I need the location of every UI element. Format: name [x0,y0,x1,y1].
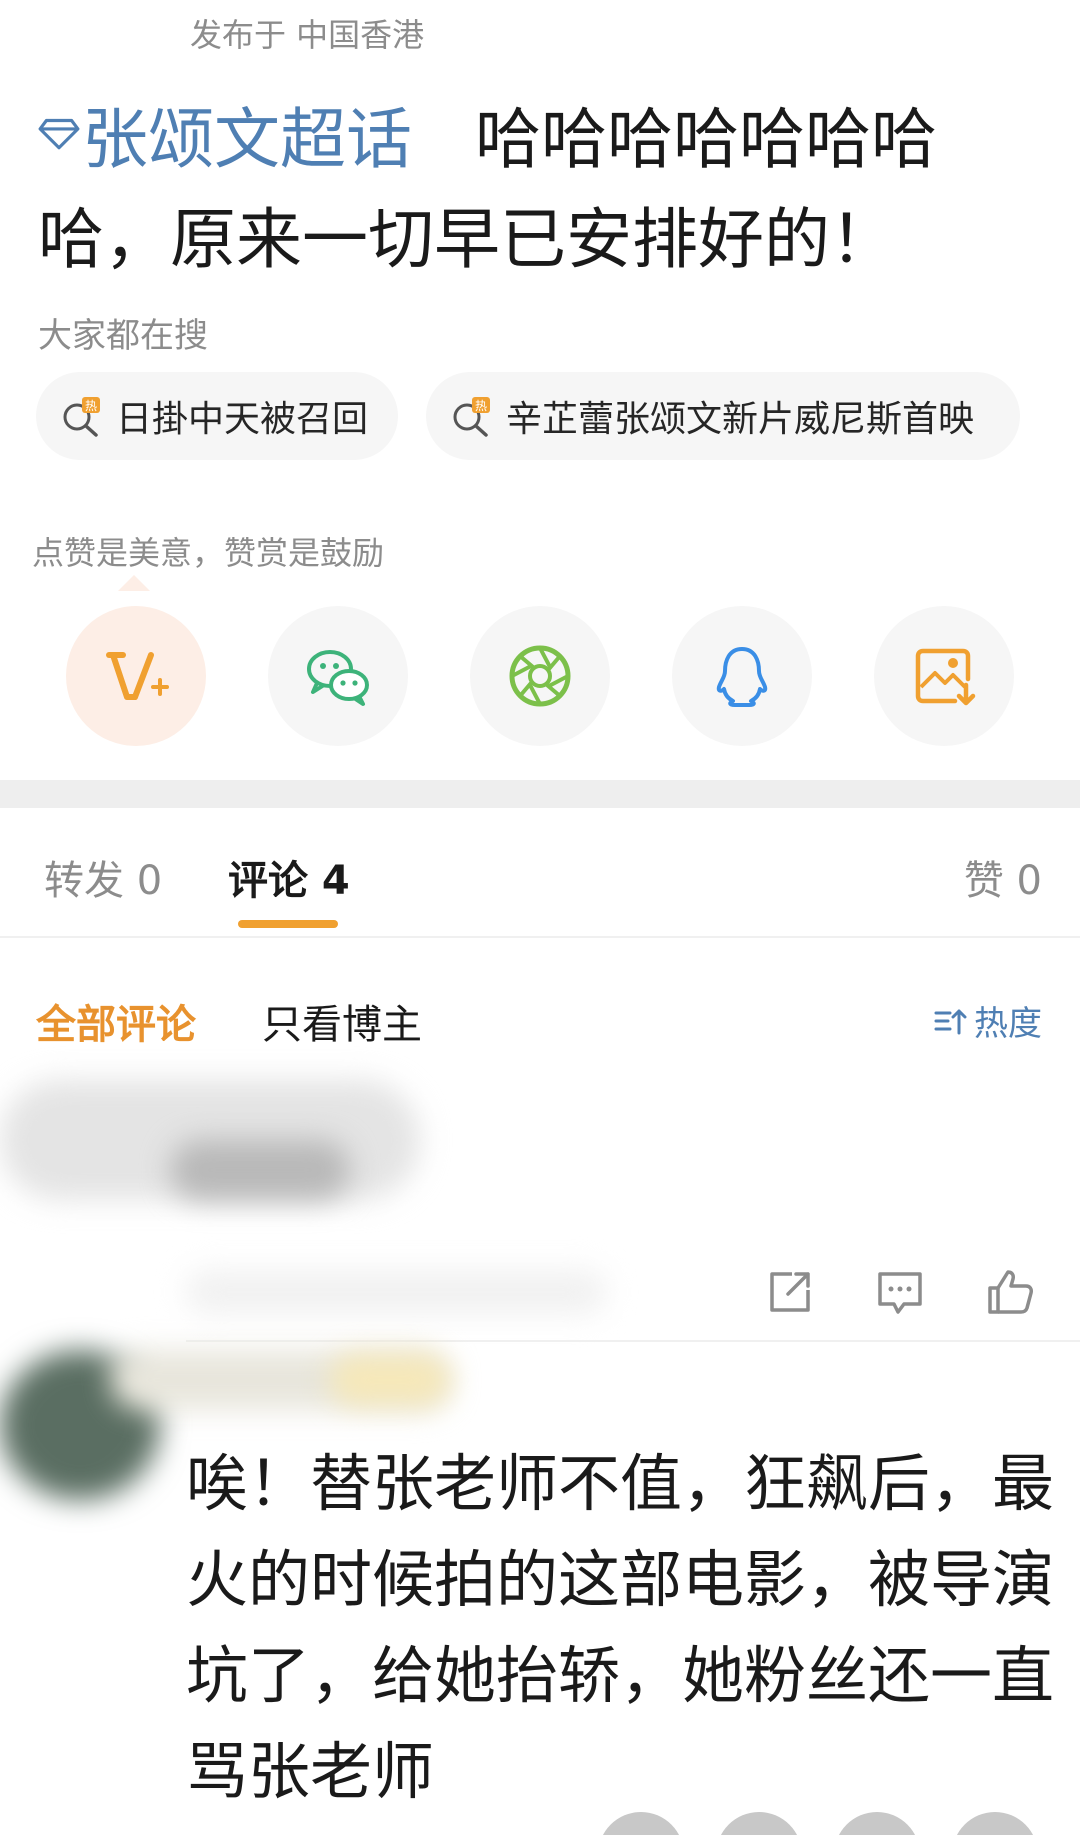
trending-chip[interactable]: 热 日掛中天被召回 [36,372,398,460]
moments-icon [509,645,571,707]
svg-text:热: 热 [475,399,487,413]
filter-author-only[interactable]: 只看博主 [262,992,422,1050]
tab-repost[interactable]: 转发 0 [44,848,162,906]
trending-chip-label: 辛芷蕾张颂文新片威尼斯首映 [506,399,975,440]
sort-button[interactable]: 热度 [932,996,1042,1045]
section-divider [0,780,1080,808]
hot-search-icon: 热 [453,397,490,437]
wechat-icon [307,650,369,706]
hot-search-icon: 热 [63,397,100,437]
share-wechat-button[interactable] [268,606,408,746]
topic-link[interactable]: 张颂文超话 [38,101,412,178]
tab-likes[interactable]: 赞 0 [964,848,1042,906]
share-qq-button[interactable] [672,606,812,746]
publish-location: 发布于 中国香港 [190,16,425,54]
tab-divider [0,936,1080,938]
sort-icon [934,1009,967,1034]
comment-icon[interactable] [874,1266,926,1318]
blurred-badge [330,1355,450,1405]
reward-tip: 点赞是美意，赞赏是鼓励 [32,534,385,572]
trending-chip[interactable]: 热 辛芷蕾张颂文新片威尼斯首映 [426,372,1020,460]
reward-button[interactable] [66,606,206,746]
trending-chip-label: 日掛中天被召回 [116,399,369,440]
blurred-username [170,1140,350,1200]
repost-icon[interactable] [764,1266,816,1318]
qq-icon [716,647,768,707]
svg-text:热: 热 [85,399,97,413]
diamond-icon [38,118,80,150]
sort-label: 热度 [974,1004,1042,1044]
blurred-comment-text [186,1270,606,1314]
comment-text: 唉！替张老师不值，狂飙后，最火的时候拍的这部电影，被导演坑了，给她抬轿，她粉丝还… [186,1447,1055,1808]
vip-reward-icon [106,652,169,700]
topic-label: 张颂文超话 [82,101,412,178]
post-body: 张颂文超话 哈哈哈哈哈哈哈哈，原来一切早已安排好的！ [38,90,1048,290]
share-moments-button[interactable] [470,606,610,746]
active-tab-indicator [238,920,338,928]
save-image-icon [915,648,976,706]
tab-comments[interactable]: 评论 4 [228,848,350,906]
like-icon[interactable] [984,1266,1036,1318]
tip-arrow [118,575,150,591]
save-image-button[interactable] [874,606,1014,746]
trending-search-label: 大家都在搜 [38,316,208,356]
comment-divider [186,1340,1080,1342]
filter-all-comments[interactable]: 全部评论 [36,992,196,1050]
